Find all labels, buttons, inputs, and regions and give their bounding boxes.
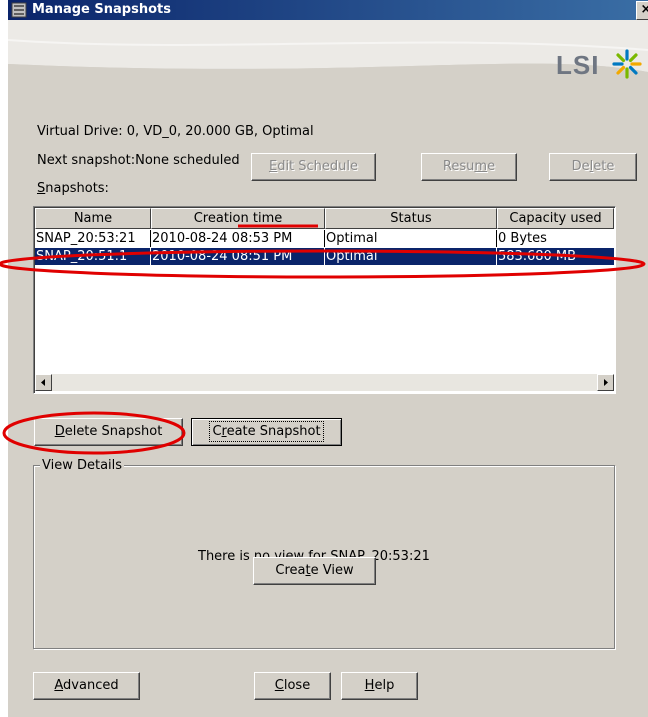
banner-background (8, 20, 648, 104)
edit-schedule-button[interactable]: Edit Schedule (251, 153, 376, 181)
horizontal-scrollbar[interactable] (35, 374, 614, 391)
snapshots-label: Snapshots: (37, 181, 109, 196)
virtual-drive-info: Virtual Drive: 0, VD_0, 20.000 GB, Optim… (37, 124, 314, 139)
resume-accesskey: m (474, 159, 488, 174)
next-snapshot-info: Next snapshot:None scheduled (37, 153, 240, 168)
delete-snapshot-button[interactable]: Delete Snapshot (34, 418, 183, 446)
scroll-left-button[interactable] (35, 374, 52, 391)
cell-status: Optimal (325, 248, 497, 265)
create-snapshot-button[interactable]: Create Snapshot (191, 418, 342, 446)
lsi-starburst-logo (612, 49, 642, 79)
table-header: Name Creation time Status Capacity used (35, 208, 614, 229)
cell-name: SNAP_20:53:21 (35, 230, 151, 247)
column-header-capacity-used[interactable]: Capacity used (497, 208, 614, 229)
advanced-label: dvanced (63, 678, 119, 693)
arrow-right-icon (604, 379, 608, 386)
snapshots-label-text: napshots: (45, 181, 109, 196)
help-label: elp (374, 678, 395, 693)
table-row-selected[interactable]: SNAP_20:51:1 2010-08-24 08:51 PM Optimal… (35, 248, 614, 265)
resume-button[interactable]: Resume (421, 153, 517, 181)
column-header-status[interactable]: Status (325, 208, 497, 229)
advanced-accesskey: A (54, 678, 64, 693)
table-row[interactable]: SNAP_20:53:21 2010-08-24 08:53 PM Optima… (35, 230, 614, 247)
create-view-button[interactable]: Create View (253, 557, 376, 585)
delete-snapshot-label: elete Snapshot (64, 424, 163, 439)
create-view-label-post: e View (310, 563, 354, 578)
scroll-right-button[interactable] (597, 374, 614, 391)
create-view-label-pre: Crea (275, 563, 306, 578)
cell-capacity: 583.680 MB (498, 249, 577, 264)
close-label: lose (283, 678, 311, 693)
cell-creation-time: 2010-08-24 08:53 PM (151, 230, 325, 247)
title-bar[interactable]: Manage Snapshots × (8, 0, 648, 20)
close-accesskey: C (274, 678, 284, 693)
delete-label-pre: De (571, 159, 590, 174)
snapshots-table[interactable]: Name Creation time Status Capacity used … (33, 206, 616, 394)
cell-capacity: 0 Bytes (498, 231, 547, 246)
help-button[interactable]: Help (341, 672, 418, 700)
resume-label-post: e (487, 159, 496, 174)
lsi-banner: LSI (8, 20, 648, 104)
create-snapshot-focus: Create Snapshot (209, 421, 324, 442)
create-snapshot-label-post: eate Snapshot (226, 424, 321, 439)
arrow-left-icon (41, 379, 45, 386)
cell-name: SNAP_20:51:1 (35, 248, 151, 265)
resume-label-pre: Resu (442, 159, 475, 174)
advanced-button[interactable]: Advanced (33, 672, 140, 700)
cell-creation-time: 2010-08-24 08:51 PM (151, 248, 325, 265)
edit-schedule-accesskey: E (268, 159, 278, 174)
view-details-title: View Details (40, 458, 125, 473)
delete-schedule-button[interactable]: Delete (549, 153, 637, 181)
column-header-name[interactable]: Name (35, 208, 151, 229)
manage-snapshots-dialog: Manage Snapshots × LSI Virtual Drive: 0,… (8, 0, 648, 717)
storage-app-icon (11, 2, 27, 18)
delete-label-post: ete (593, 159, 615, 174)
delete-snapshot-accesskey: D (54, 424, 65, 439)
edit-schedule-label-post: dit Schedule (277, 159, 359, 174)
window-title: Manage Snapshots (32, 2, 171, 17)
lsi-logo-text: LSI (556, 50, 600, 80)
close-window-icon[interactable]: × (636, 1, 648, 20)
column-header-creation-time[interactable]: Creation time (151, 208, 325, 229)
close-button[interactable]: Close (254, 672, 331, 700)
help-accesskey: H (364, 678, 375, 693)
cell-status: Optimal (325, 230, 497, 247)
view-details-group: View Details There is no view for SNAP_2… (33, 458, 615, 649)
create-snapshot-label-pre: C (212, 424, 222, 439)
